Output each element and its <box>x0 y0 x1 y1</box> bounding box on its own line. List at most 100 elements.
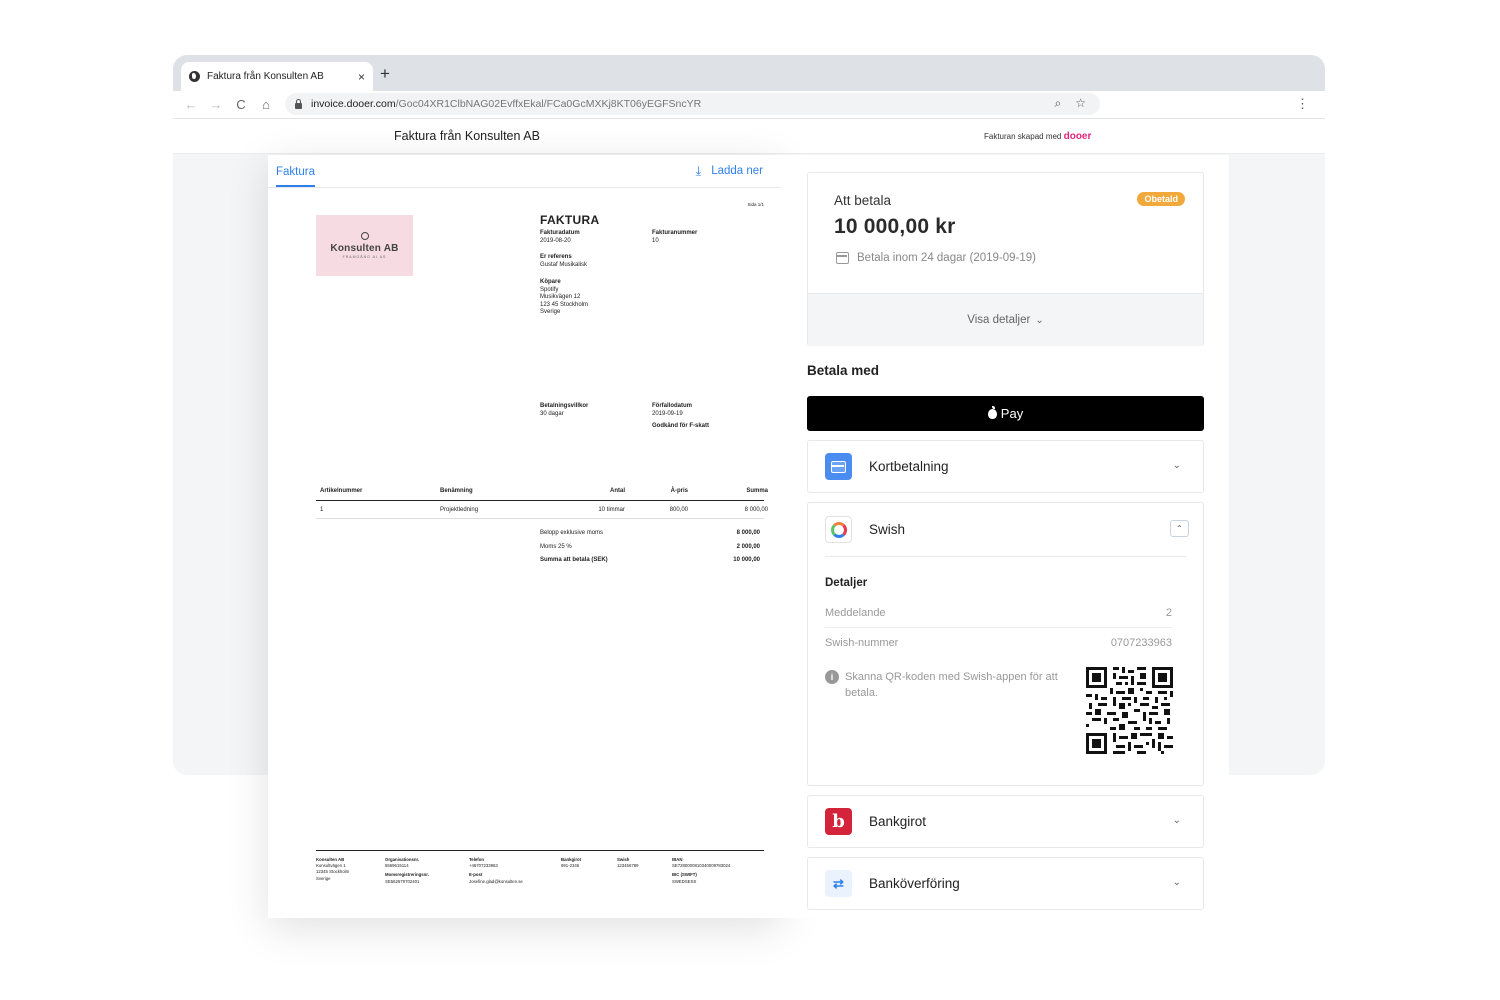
bank-transfer-icon: ⇄ <box>825 870 852 897</box>
forfallodatum-value: 2019-09-19 <box>652 410 683 417</box>
bank-transfer-option[interactable]: ⇄ Banköverföring ⌄ <box>807 857 1204 910</box>
villkor-label: Betalningsvillkor <box>540 403 589 409</box>
invoice-panel: Faktura ⤓ Ladda ner Sida 1/1 Konsulten A… <box>268 155 781 918</box>
info-icon: i <box>825 670 839 684</box>
invoice-footer: Konsulten AB Konsultvägen 1 12345 Stockh… <box>316 850 764 885</box>
table-cell: Projektledning <box>440 506 479 513</box>
lock-icon <box>295 98 302 109</box>
footer-swish: Swish 123456789 <box>617 857 672 885</box>
card-payment-option[interactable]: Kortbetalning ⌄ <box>807 440 1204 493</box>
forward-icon[interactable]: → <box>209 97 223 112</box>
footer-iban: IBAN SE7280000810340009783024 BIC (SWIFT… <box>672 857 764 885</box>
home-icon[interactable]: ⌂ <box>259 97 273 112</box>
swish-header[interactable]: Swish <box>808 503 1203 556</box>
bankgirot-option[interactable]: b Bankgirot ⌄ <box>807 795 1204 848</box>
collapse-swish-button[interactable]: ⌃ <box>1170 520 1189 537</box>
apple-pay-label: Pay <box>1000 406 1024 421</box>
meddelande-row: Meddelande 2 <box>825 598 1172 628</box>
due-text: Betala inom 24 dagar (2019-09-19) <box>857 252 1037 264</box>
fakturanummer-value: 10 <box>652 237 659 244</box>
logo-mark-icon <box>360 231 369 240</box>
chevron-down-icon: ⌄ <box>1172 460 1181 471</box>
kopare-line: Sverige <box>540 309 561 315</box>
swish-number-row: Swish-nummer 0707233963 <box>825 628 1172 658</box>
table-cell: 10 timmar <box>598 506 625 513</box>
reference-block: Er referens Gustaf Musikalisk <box>540 254 587 269</box>
card-payment-label: Kortbetalning <box>869 459 949 474</box>
logo-tagline: FRAMGÅNG AI AS <box>342 255 387 260</box>
swish-icon <box>825 516 852 543</box>
invoice-heading: FAKTURA <box>540 213 600 227</box>
pay-with-heading: Betala med <box>807 363 880 378</box>
swish-value: 123456789 <box>617 863 639 869</box>
column-header: À-pris <box>670 488 688 494</box>
fakturanummer-label: Fakturanummer <box>652 230 698 236</box>
fakturadatum-label: Fakturadatum <box>540 230 580 236</box>
qr-info-text: Skanna QR-koden med Swish-appen för att … <box>845 671 1058 699</box>
chevron-down-icon: ⌄ <box>1172 815 1181 826</box>
er-referens-label: Er referens <box>540 254 572 260</box>
globe-icon <box>189 71 200 82</box>
totals-block: Belopp exklusive moms 8 000,00 Moms 25 %… <box>540 530 760 571</box>
kopare-line: Musikvägen 12 <box>540 294 581 300</box>
address-bar: ← → C ⌂ invoice.dooer.com/Goc04XR1ClbNAG… <box>173 91 1325 119</box>
new-tab-button[interactable]: + <box>380 64 390 84</box>
tab-faktura[interactable]: Faktura <box>276 166 315 187</box>
chevron-up-icon: ⌃ <box>1176 524 1183 533</box>
meddelande-value: 2 <box>1165 606 1172 619</box>
qr-info: i Skanna QR-koden med Swish-appen för at… <box>825 669 1065 701</box>
apple-pay-button[interactable]: Pay <box>807 396 1204 431</box>
back-icon[interactable]: ← <box>184 97 198 112</box>
zoom-icon[interactable]: ⌕ <box>1055 96 1062 111</box>
items-table: Artikelnummer Benämning Antal À-pris Sum… <box>316 488 768 519</box>
momsnr-value: SE562679702401 <box>385 878 420 884</box>
column-header: Artikelnummer <box>320 488 363 494</box>
swish-label: Swish <box>869 522 906 537</box>
due-info: Betala inom 24 dagar (2019-09-19) <box>836 252 1036 264</box>
chevron-down-icon: ⌄ <box>1172 877 1181 888</box>
close-tab-icon[interactable]: × <box>358 70 365 84</box>
page-number: Sida 1/1 <box>747 202 764 207</box>
bic-value: SWEDSESS <box>672 878 697 884</box>
table-cell: 1 <box>320 506 324 513</box>
kopare-line: 123 45 Stockholm <box>540 301 589 308</box>
show-details-label: Visa detaljer <box>967 314 1031 326</box>
meddelande-label: Meddelande <box>825 606 886 619</box>
status-badge: Obetald <box>1137 192 1185 206</box>
fakturadatum-block: Fakturadatum 2019-08-20 <box>540 230 580 245</box>
kopare-line: Spotify <box>540 286 559 293</box>
amount-due: 10 000,00 kr <box>834 215 956 238</box>
chevron-down-icon: ⌄ <box>1035 314 1044 326</box>
table-row: 1 Projektledning 10 timmar 800,00 8 000,… <box>316 501 768 519</box>
calendar-icon <box>836 252 849 264</box>
bookmark-star-icon[interactable]: ☆ <box>1075 96 1086 111</box>
terms-block: Betalningsvillkor 30 dagar <box>540 403 588 418</box>
url-path: /Goc04XR1ClbNAG02EvffxEkal/FCa0GcMXKj8KT… <box>395 98 702 110</box>
kopare-label: Köpare <box>540 279 561 285</box>
bankgirot-icon: b <box>825 808 852 835</box>
total-row: Summa att betala (SEK) 10 000,00 <box>540 557 760 565</box>
logo-name: Konsulten AB <box>330 242 399 254</box>
url-input[interactable]: invoice.dooer.com/Goc04XR1ClbNAG02EvffxE… <box>285 93 1100 115</box>
due-date-block: Förfallodatum 2019-09-19 Godkänd för F-s… <box>652 403 709 431</box>
total-row: Belopp exklusive moms 8 000,00 <box>540 530 760 538</box>
swish-option: Swish ⌃ Detaljer Meddelande 2 Swish-numm… <box>807 502 1204 786</box>
att-betala-label: Att betala <box>834 193 892 208</box>
bankgirot-label: Bankgirot <box>869 814 927 829</box>
show-details-button[interactable]: Visa detaljer ⌄ <box>808 293 1203 346</box>
swish-number-value: 0707233963 <box>1110 637 1172 649</box>
tab-bar: Faktura från Konsulten AB × + <box>173 55 1325 91</box>
villkor-value: 30 dagar <box>540 410 564 417</box>
column-header: Antal <box>610 488 625 494</box>
table-header: Artikelnummer Benämning Antal À-pris Sum… <box>316 488 768 501</box>
column-header: Summa <box>746 488 768 494</box>
total-value: 8 000,00 <box>736 530 760 536</box>
browser-tab[interactable]: Faktura från Konsulten AB × <box>181 62 373 91</box>
page-title: Faktura från Konsulten AB <box>394 129 540 143</box>
reload-icon[interactable]: C <box>234 97 248 112</box>
created-by-label: Fakturan skapad med <box>984 132 1062 141</box>
browser-menu-icon[interactable]: ⋮ <box>1296 97 1309 111</box>
dooer-logo[interactable]: dooer <box>1064 131 1092 142</box>
credit-card-icon <box>825 453 852 480</box>
download-button[interactable]: ⤓ Ladda ner <box>695 163 763 179</box>
